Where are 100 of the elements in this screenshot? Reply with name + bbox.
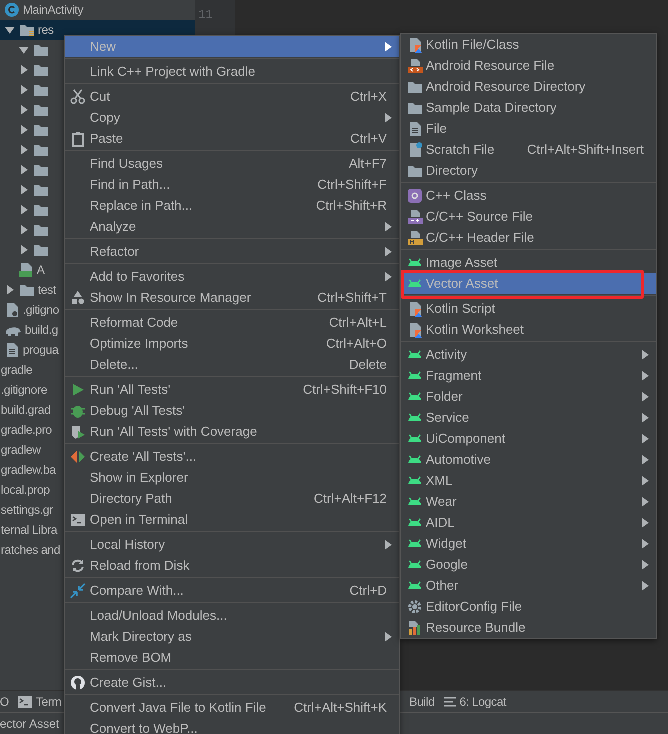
tree-item-label[interactable]: local.prop bbox=[1, 480, 50, 500]
menu-item[interactable]: Other bbox=[401, 575, 656, 596]
menu-item[interactable]: UiComponent bbox=[401, 428, 656, 449]
menu-item[interactable]: Create Gist... bbox=[65, 672, 399, 693]
caret-icon[interactable] bbox=[18, 224, 30, 236]
menu-item[interactable]: Google bbox=[401, 554, 656, 575]
menu-item[interactable]: Show in Explorer bbox=[65, 467, 399, 488]
tool-window-tab[interactable]: Build bbox=[410, 692, 435, 710]
menu-item[interactable]: Analyze bbox=[65, 216, 399, 237]
menu-item[interactable]: Replace in Path... Ctrl+Shift+R bbox=[65, 195, 399, 216]
caret-icon[interactable] bbox=[18, 84, 30, 96]
menu-item[interactable]: Delete... Delete bbox=[65, 354, 399, 375]
shortcut-label: Ctrl+Alt+Shift+K bbox=[294, 698, 387, 717]
menu-item[interactable]: EditorConfig File bbox=[401, 596, 656, 617]
caret-icon[interactable] bbox=[18, 164, 30, 176]
caret-icon[interactable] bbox=[18, 244, 30, 256]
caret-icon[interactable] bbox=[18, 64, 30, 76]
menu-item[interactable]: Run 'All Tests' Ctrl+Shift+F10 bbox=[65, 379, 399, 400]
menu-item[interactable]: Android Resource Directory bbox=[401, 76, 656, 97]
android-icon bbox=[408, 476, 422, 485]
caret-icon[interactable] bbox=[18, 204, 30, 216]
menu-item[interactable]: Kotlin File/Class bbox=[401, 34, 656, 55]
tree-item-label[interactable]: .gitignore bbox=[1, 380, 48, 400]
tree-item-label[interactable]: ternal Libra bbox=[1, 520, 58, 540]
menu-item[interactable]: Link C++ Project with Gradle bbox=[65, 61, 399, 82]
menu-item[interactable]: Run 'All Tests' with Coverage bbox=[65, 421, 399, 442]
menu-item[interactable]: Kotlin Script bbox=[401, 298, 656, 319]
tree-item-label[interactable]: ratches and bbox=[1, 540, 60, 560]
caret-icon[interactable] bbox=[18, 44, 30, 56]
menu-item[interactable]: Compare With... Ctrl+D bbox=[65, 580, 399, 601]
caret-icon[interactable] bbox=[18, 184, 30, 196]
menu-item[interactable]: Service bbox=[401, 407, 656, 428]
menu-item[interactable]: Sample Data Directory bbox=[401, 97, 656, 118]
menu-item[interactable]: Image Asset bbox=[401, 252, 656, 273]
menu-item[interactable]: Fragment bbox=[401, 365, 656, 386]
tree-item-label[interactable]: settings.gr bbox=[1, 500, 54, 520]
menu-item[interactable]: XML bbox=[401, 470, 656, 491]
menu-item[interactable]: Automotive bbox=[401, 449, 656, 470]
menu-item[interactable]: Refactor bbox=[65, 241, 399, 262]
shortcut-label: Alt+F7 bbox=[349, 154, 387, 173]
menu-item[interactable]: Load/Unload Modules... bbox=[65, 605, 399, 626]
menu-item[interactable]: Convert to WebP... bbox=[65, 718, 399, 734]
menu-item[interactable]: AIDL bbox=[401, 512, 656, 533]
tree-item-label[interactable]: gradlew bbox=[1, 440, 41, 460]
menu-item[interactable]: Debug 'All Tests' bbox=[65, 400, 399, 421]
caret-icon[interactable] bbox=[4, 284, 16, 296]
menu-item[interactable]: C/C++ Source File bbox=[401, 206, 656, 227]
menu-item[interactable]: Folder bbox=[401, 386, 656, 407]
menu-item[interactable]: Android Resource File bbox=[401, 55, 656, 76]
caret-icon[interactable] bbox=[18, 124, 30, 136]
menu-item[interactable]: Paste Ctrl+V bbox=[65, 128, 399, 149]
menu-item[interactable]: Scratch File Ctrl+Alt+Shift+Insert bbox=[401, 139, 656, 160]
menu-item[interactable]: Optimize Imports Ctrl+Alt+O bbox=[65, 333, 399, 354]
caret-icon[interactable] bbox=[18, 104, 30, 116]
tree-item-label[interactable]: progua bbox=[23, 340, 59, 360]
menu-item[interactable]: C++ Class bbox=[401, 185, 656, 206]
menu-item[interactable]: Activity bbox=[401, 344, 656, 365]
menu-item[interactable]: Directory bbox=[401, 160, 656, 181]
menu-item[interactable]: Add to Favorites bbox=[65, 266, 399, 287]
caret-icon[interactable] bbox=[18, 144, 30, 156]
tool-window-tab[interactable]: Term bbox=[17, 692, 62, 710]
menu-item[interactable]: Convert Java File to Kotlin File Ctrl+Alt+Shift+K bbox=[65, 697, 399, 718]
menu-item[interactable]: Remove BOM bbox=[65, 647, 399, 668]
android-icon bbox=[408, 581, 422, 590]
tree-item-label[interactable]: gradle.pro bbox=[1, 420, 52, 440]
menu-item[interactable]: Reformat Code Ctrl+Alt+L bbox=[65, 312, 399, 333]
tool-window-tab[interactable]: O bbox=[0, 692, 10, 710]
tree-item-label[interactable]: .gitigno bbox=[23, 300, 60, 320]
tree-item-label[interactable]: gradle bbox=[1, 360, 33, 380]
menu-item[interactable]: Show In Resource Manager Ctrl+Shift+T bbox=[65, 287, 399, 308]
android-icon bbox=[408, 350, 422, 359]
caret-icon[interactable] bbox=[4, 24, 16, 36]
tree-item-label[interactable]: res bbox=[38, 20, 54, 40]
folder-icon bbox=[33, 142, 49, 158]
tree-item-label[interactable]: test bbox=[38, 280, 56, 300]
diamond-arrows-icon bbox=[70, 448, 86, 464]
menu-item[interactable]: Find in Path... Ctrl+Shift+F bbox=[65, 174, 399, 195]
menu-item[interactable]: Widget bbox=[401, 533, 656, 554]
tool-window-tab[interactable]: 6: Logcat bbox=[442, 692, 506, 710]
menu-item[interactable]: Create 'All Tests'... bbox=[65, 446, 399, 467]
tree-item-label[interactable]: MainActivity bbox=[23, 0, 84, 20]
menu-item[interactable]: Local History bbox=[65, 534, 399, 555]
tree-item-label[interactable]: build.g bbox=[25, 320, 58, 340]
shortcut-label: Ctrl+Alt+O bbox=[326, 334, 387, 353]
menu-item[interactable]: Resource Bundle bbox=[401, 617, 656, 638]
folder-icon bbox=[19, 282, 35, 298]
tree-item-label[interactable]: build.grad bbox=[1, 400, 51, 420]
menu-item[interactable]: Wear bbox=[401, 491, 656, 512]
menu-item[interactable]: Find Usages Alt+F7 bbox=[65, 153, 399, 174]
menu-item[interactable]: File bbox=[401, 118, 656, 139]
menu-item[interactable]: Mark Directory as bbox=[65, 626, 399, 647]
menu-item[interactable]: Open in Terminal bbox=[65, 509, 399, 530]
menu-item[interactable]: Reload from Disk bbox=[65, 555, 399, 576]
tree-item-label[interactable]: A bbox=[37, 260, 45, 280]
menu-item[interactable]: Copy bbox=[65, 107, 399, 128]
menu-item[interactable]: Cut Ctrl+X bbox=[65, 86, 399, 107]
menu-item[interactable]: Directory Path Ctrl+Alt+F12 bbox=[65, 488, 399, 509]
menu-item[interactable]: C/C++ Header File bbox=[401, 227, 656, 248]
tree-item-label[interactable]: gradlew.ba bbox=[1, 460, 56, 480]
menu-item[interactable]: Kotlin Worksheet bbox=[401, 319, 656, 340]
